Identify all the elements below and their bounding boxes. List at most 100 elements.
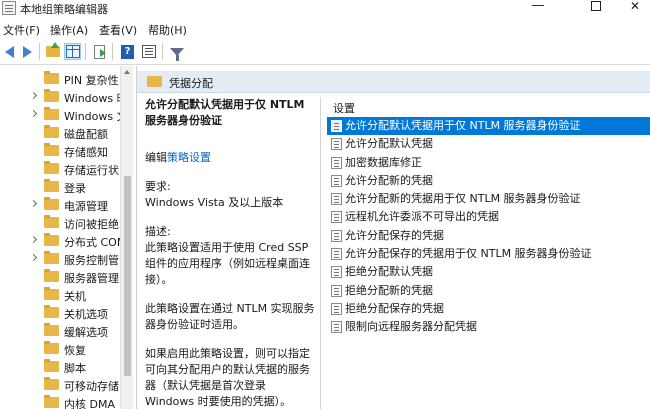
pane-divider[interactable] xyxy=(320,97,321,409)
list-item-label: 允许分配新的凭据用于仅 NTLM 服务器身份验证 xyxy=(345,192,581,206)
chevron-right-icon[interactable] xyxy=(29,199,38,208)
list-item[interactable]: 限制向远程服务器分配凭据 xyxy=(327,318,650,336)
list-item[interactable]: 远程机允许委派不可导出的凭据 xyxy=(327,208,650,226)
chevron-right-icon[interactable] xyxy=(29,253,38,262)
list-item-label: 拒绝分配保存的凭据 xyxy=(345,301,444,315)
tree-item[interactable]: 磁盘配额 xyxy=(0,124,120,142)
description-text: 此策略设置在通过 NTLM 实现服务器身份验证时适用。 xyxy=(145,302,315,331)
list-item[interactable]: 拒绝分配新的凭据 xyxy=(327,282,650,300)
list-item[interactable]: 拒绝分配保存的凭据 xyxy=(327,300,650,318)
help-button[interactable]: ? xyxy=(119,43,136,60)
tree-item[interactable]: 服务器管理 xyxy=(0,268,120,286)
list-item-label: 加密数据库修正 xyxy=(345,155,422,169)
tree-item[interactable]: 脚本 xyxy=(0,358,120,376)
menu-help[interactable]: 帮助(H) xyxy=(148,22,187,38)
properties-icon xyxy=(141,45,156,58)
tree-item[interactable]: Windows 时 xyxy=(0,88,120,106)
tree-item[interactable]: 可移动存储 xyxy=(0,376,120,394)
list-item[interactable]: 允许分配保存的凭据用于仅 NTLM 服务器身份验证 xyxy=(327,245,650,263)
forward-button[interactable] xyxy=(19,43,36,60)
folder-icon xyxy=(44,107,59,120)
tree-item-label: PIN 复杂性 xyxy=(64,74,119,87)
policy-setting-icon xyxy=(331,321,342,334)
toolbar-separator xyxy=(39,43,40,60)
filter-icon xyxy=(169,47,184,61)
policy-setting-icon xyxy=(331,248,342,261)
tree-item[interactable]: 内核 DMA xyxy=(0,394,120,409)
maximize-icon xyxy=(591,1,601,11)
list-item[interactable]: 允许分配保存的凭据 xyxy=(327,227,650,245)
details-header: 凭据分配 xyxy=(137,71,650,93)
policy-setting-icon xyxy=(331,229,342,242)
tree-item[interactable]: 存储感知 xyxy=(0,142,120,160)
up-one-level-button[interactable] xyxy=(44,42,61,60)
tree-item[interactable]: 关机选项 xyxy=(0,304,120,322)
tree-item[interactable]: 访问被拒绝 xyxy=(0,214,120,232)
close-button[interactable]: ✕ xyxy=(620,0,650,18)
chevron-right-icon[interactable] xyxy=(29,109,38,118)
folder-icon xyxy=(44,359,59,372)
export-list-button[interactable] xyxy=(91,43,108,60)
list-item[interactable]: 加密数据库修正 xyxy=(327,154,650,172)
tree-item[interactable]: 服务控制管 xyxy=(0,250,120,268)
back-icon xyxy=(5,45,14,58)
export-list-icon xyxy=(94,44,106,59)
menu-action[interactable]: 操作(A) xyxy=(50,22,88,38)
folder-icon xyxy=(44,395,59,408)
tree-item-label: 存储运行状 xyxy=(64,164,119,177)
list-item[interactable]: 拒绝分配默认凭据 xyxy=(327,263,650,281)
policy-setting-icon xyxy=(331,120,342,132)
scrollbar-thumb[interactable] xyxy=(124,176,131,376)
tree-item-label: 存储感知 xyxy=(64,146,108,159)
folder-icon xyxy=(44,305,59,318)
list-item-label: 限制向远程服务器分配凭据 xyxy=(345,320,477,334)
list-item[interactable]: 允许分配新的凭据用于仅 NTLM 服务器身份验证 xyxy=(327,190,650,208)
tree-item[interactable]: 存储运行状 xyxy=(0,160,120,178)
menu-view[interactable]: 查看(V) xyxy=(99,22,137,38)
tree-item-label: 电源管理 xyxy=(64,200,108,213)
scroll-up-icon[interactable] xyxy=(124,70,130,74)
list-item[interactable]: 允许分配默认凭据 xyxy=(327,135,650,153)
folder-icon xyxy=(44,143,59,156)
properties-button[interactable] xyxy=(140,43,157,60)
tree-item[interactable]: 登录 xyxy=(0,178,120,196)
list-item-label: 允许分配保存的凭据 xyxy=(345,228,444,242)
tree-item-label: 服务控制管 xyxy=(64,254,119,267)
toolbar-separator xyxy=(85,43,86,60)
tree-item[interactable]: 关机 xyxy=(0,286,120,304)
tree-item[interactable]: Windows 文 xyxy=(0,106,120,124)
column-header-setting[interactable]: 设置 xyxy=(327,97,650,117)
list-item-label: 拒绝分配默认凭据 xyxy=(345,265,433,279)
policy-heading: 允许分配默认凭据用于仅 NTLM 服务器身份验证 xyxy=(145,98,305,127)
requirements-value: Windows Vista 及以上版本 xyxy=(145,196,284,209)
policy-setting-icon xyxy=(331,211,342,224)
list-item-label: 允许分配默认凭据 xyxy=(345,137,433,151)
help-icon: ? xyxy=(121,44,134,59)
tree-scrollbar[interactable] xyxy=(120,66,133,409)
filter-button[interactable] xyxy=(168,43,185,61)
back-button[interactable] xyxy=(1,43,18,60)
maximize-button[interactable] xyxy=(574,0,618,18)
tree-item[interactable]: 恢复 xyxy=(0,340,120,358)
chevron-right-icon[interactable] xyxy=(29,235,38,244)
chevron-right-icon[interactable] xyxy=(29,91,38,100)
edit-prefix: 编辑 xyxy=(145,151,167,164)
list-item-label: 允许分配新的凭据 xyxy=(345,173,433,187)
tree-item[interactable]: 缓解选项 xyxy=(0,322,120,340)
policy-setting-icon xyxy=(331,302,342,315)
policy-description: 允许分配默认凭据用于仅 NTLM 服务器身份验证 编辑策略设置 要求: Windo… xyxy=(145,97,317,409)
minimize-button[interactable]: — xyxy=(516,0,560,18)
policy-setting-icon xyxy=(331,266,342,279)
list-item[interactable]: 允许分配新的凭据 xyxy=(327,172,650,190)
tree-item[interactable]: 分布式 COM xyxy=(0,232,120,250)
list-item-label: 远程机允许委派不可导出的凭据 xyxy=(345,210,499,224)
tree-item[interactable]: PIN 复杂性 xyxy=(0,70,120,88)
edit-policy-link[interactable]: 策略设置 xyxy=(167,151,211,164)
menu-file[interactable]: 文件(F) xyxy=(3,22,40,38)
show-hide-tree-button[interactable] xyxy=(64,43,81,60)
policy-setting-icon xyxy=(331,193,342,206)
details-pane: 凭据分配 允许分配默认凭据用于仅 NTLM 服务器身份验证 编辑策略设置 要求:… xyxy=(136,66,650,409)
tree-item-label: 关机选项 xyxy=(64,308,108,321)
list-item[interactable]: 允许分配默认凭据用于仅 NTLM 服务器身份验证 xyxy=(327,117,650,136)
tree-item[interactable]: 电源管理 xyxy=(0,196,120,214)
